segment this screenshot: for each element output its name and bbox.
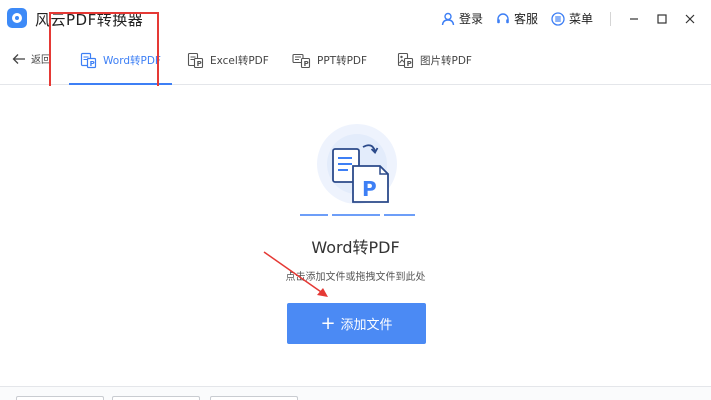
tab-excel-to-pdf[interactable]: P Excel转PDF [187,37,269,84]
menu-icon [551,11,565,26]
svg-text:P: P [304,60,309,68]
user-icon [441,12,455,25]
title-bar-actions: 登录 客服 菜单 [441,0,711,37]
back-label: 返回 [31,55,51,66]
conversion-tab-bar: 返回 P Word转PDF P Excel转PDF P PPT转PDF P 图片… [0,37,711,85]
tab-word-label: Word转PDF [103,55,161,67]
word-file-icon: P [80,52,97,69]
menu-label: 菜单 [568,12,593,26]
close-button[interactable] [677,6,703,32]
minimize-button[interactable] [621,6,647,32]
drop-hint: 点击添加文件或拖拽文件到此处 [285,272,426,283]
plus-icon: + [320,312,336,334]
tab-word-to-pdf[interactable]: P Word转PDF [69,37,172,85]
app-title: 风云PDF转换器 [35,11,144,29]
svg-text:P: P [197,60,202,68]
headset-icon [497,12,509,23]
login-button[interactable]: 登录 [441,10,483,27]
add-file-button[interactable]: + 添加文件 [287,303,426,344]
add-file-label: 添加文件 [340,318,393,333]
excel-file-icon: P [187,52,204,69]
tab-ppt-label: PPT转PDF [317,55,368,67]
service-button[interactable]: 客服 [496,10,538,27]
conversion-title: Word转PDF [311,238,400,257]
svg-text:P: P [362,177,377,201]
login-label: 登录 [458,12,483,26]
tab-image-label: 图片转PDF [420,55,472,67]
tab-ppt-to-pdf[interactable]: P PPT转PDF [292,37,367,84]
back-arrow-icon [12,53,25,64]
upload-area[interactable]: P Word转PDF 点击添加文件或拖拽文件到此处 + 添加文件 [0,86,711,386]
bottom-field[interactable] [16,396,104,400]
minimize-icon [630,17,638,20]
app-logo [7,8,27,28]
back-button[interactable]: 返回 [12,51,51,66]
title-bar: 风云PDF转换器 登录 客服 菜单 [0,0,711,37]
bottom-toolbar [0,386,711,400]
svg-text:P: P [90,60,95,68]
image-file-icon: P [397,52,414,69]
svg-text:P: P [407,60,412,68]
tab-excel-label: Excel转PDF [210,55,269,67]
word-to-pdf-illustration: P [300,124,415,216]
tab-image-to-pdf[interactable]: P 图片转PDF [397,37,472,84]
bottom-field[interactable] [112,396,200,400]
close-icon [685,14,695,23]
bottom-field[interactable] [210,396,298,400]
maximize-icon [657,13,667,24]
maximize-button[interactable] [649,6,675,32]
divider [610,11,611,26]
service-label: 客服 [513,12,538,26]
menu-button[interactable]: 菜单 [551,10,593,27]
ppt-file-icon: P [292,53,311,69]
